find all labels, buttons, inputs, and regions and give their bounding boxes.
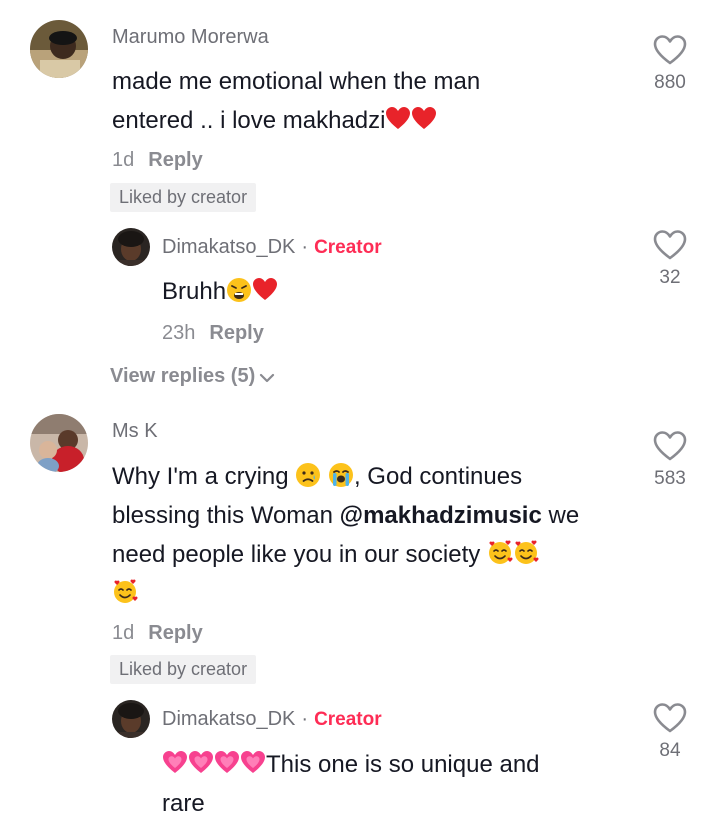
heart-outline-icon[interactable] — [652, 702, 688, 734]
avatar[interactable] — [112, 700, 150, 738]
heart-outline-icon[interactable] — [652, 34, 688, 66]
creator-badge: Creator — [314, 237, 382, 258]
growing-heart-emoji — [214, 749, 240, 775]
weary-face-emoji — [226, 276, 252, 302]
comment-time: 1d — [112, 149, 135, 171]
avatar[interactable] — [30, 414, 88, 472]
loudly-crying-emoji — [328, 461, 354, 487]
reply-author[interactable]: Dimakatso_DK · Creator — [162, 708, 382, 731]
reply-button[interactable]: Reply — [209, 322, 263, 344]
like-count: 880 — [654, 72, 686, 93]
red-heart-emoji — [411, 105, 437, 131]
sad-tear-emoji — [295, 461, 321, 487]
avatar[interactable] — [30, 20, 88, 78]
chevron-down-icon — [260, 373, 275, 383]
creator-badge: Creator — [314, 709, 382, 730]
liked-by-creator-badge: Liked by creator — [110, 183, 257, 212]
view-replies-button[interactable]: View replies (5) — [110, 365, 275, 388]
like-count: 583 — [654, 468, 686, 489]
reply-button[interactable]: Reply — [148, 149, 202, 171]
like-count: 84 — [659, 740, 681, 761]
liked-by-creator-badge: Liked by creator — [110, 655, 257, 684]
comment-author[interactable]: Ms K — [112, 420, 158, 443]
comment-meta: 1d Reply — [112, 149, 203, 172]
reply-button[interactable]: Reply — [148, 622, 202, 644]
growing-heart-emoji — [240, 749, 266, 775]
avatar[interactable] — [112, 228, 150, 266]
red-heart-emoji — [385, 105, 411, 131]
reply-text: Bruhh — [162, 272, 278, 311]
red-heart-emoji — [252, 276, 278, 302]
heart-outline-icon[interactable] — [652, 430, 688, 462]
growing-heart-emoji — [188, 749, 214, 775]
comment-text: Why I'm a crying , God continues blessin… — [112, 457, 632, 613]
reply-author[interactable]: Dimakatso_DK · Creator — [162, 236, 382, 259]
like-count: 32 — [659, 267, 681, 288]
comment-author[interactable]: Marumo Morerwa — [112, 26, 269, 49]
like-control[interactable]: 880 — [646, 34, 694, 94]
like-control[interactable]: 32 — [646, 229, 694, 289]
reply-time: 23h — [162, 322, 196, 344]
mention-link[interactable]: @makhadzimusic — [340, 502, 542, 529]
heart-outline-icon[interactable] — [652, 229, 688, 261]
comment-text: made me emotional when the man entered .… — [112, 68, 481, 134]
smiling-face-with-hearts-emoji — [513, 539, 539, 565]
comment-time: 1d — [112, 622, 135, 644]
smiling-face-with-hearts-emoji — [112, 578, 138, 604]
growing-heart-emoji — [162, 749, 188, 775]
reply-text: This one is so unique and rare — [162, 749, 540, 814]
like-control[interactable]: 84 — [646, 702, 694, 762]
comment-meta: 1d Reply — [112, 622, 203, 645]
reply-meta: 23h Reply — [162, 322, 264, 345]
like-control[interactable]: 583 — [646, 430, 694, 490]
smiling-face-with-hearts-emoji — [487, 539, 513, 565]
